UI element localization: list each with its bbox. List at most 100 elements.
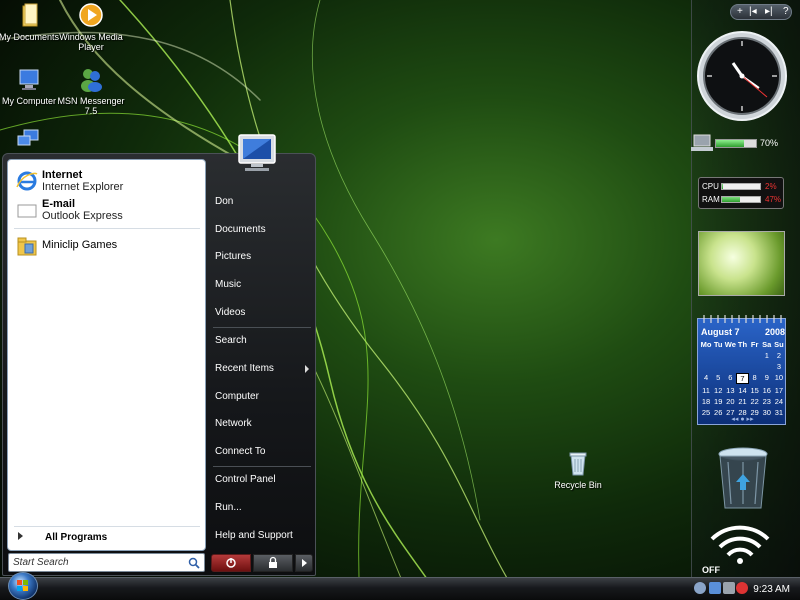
- messenger-icon: [81, 69, 102, 92]
- taskbar-clock[interactable]: 9:23 AM: [753, 584, 790, 595]
- calendar-month: August 7: [701, 327, 740, 337]
- menu-item-computer[interactable]: Computer: [215, 386, 311, 408]
- calendar-day[interactable]: 24: [773, 397, 785, 406]
- calendar-day[interactable]: 10: [773, 373, 785, 384]
- calendar-day[interactable]: 6: [724, 373, 736, 384]
- laptop-icon: [691, 134, 713, 151]
- calendar-weekday: Mo: [700, 340, 712, 349]
- calendar-day[interactable]: 20: [724, 397, 736, 406]
- volume-tray-icon[interactable]: [723, 582, 735, 594]
- battery-percent: 70%: [760, 138, 779, 148]
- calendar-grid: Mo Tu We Th Fr Sa Su 1 2 3 4 5 6 7 8 9 10 11 12 13 14 15 16 17 1…: [700, 340, 785, 417]
- miniclip-icon: [17, 237, 37, 256]
- battery-gadget[interactable]: 70%: [690, 133, 786, 153]
- cpu-meter-gadget[interactable]: CPU 2% RAM 47%: [698, 177, 784, 209]
- menu-item-control-panel[interactable]: Control Panel: [215, 469, 311, 491]
- lock-icon: [269, 556, 277, 568]
- close-tray-icon[interactable]: [736, 582, 748, 594]
- calendar-today[interactable]: 7: [736, 373, 749, 384]
- start-menu-programs-pane: Internet Internet Explorer E-mail Outloo…: [7, 159, 206, 551]
- desktop-icon-recycle-bin[interactable]: Recycle Bin: [542, 450, 614, 490]
- pinned-email[interactable]: E-mail Outlook Express: [14, 196, 204, 224]
- network-tray-icon[interactable]: [709, 582, 721, 594]
- ram-label: RAM: [702, 195, 720, 204]
- right-separator: [213, 327, 311, 328]
- calendar-day[interactable]: 11: [700, 386, 712, 395]
- all-programs-separator: [14, 526, 200, 527]
- ram-fill: [722, 197, 740, 202]
- calendar-day: [700, 351, 712, 360]
- clock-gadget[interactable]: [696, 30, 788, 122]
- cpu-label: CPU: [702, 182, 719, 191]
- menu-item-run[interactable]: Run...: [215, 497, 311, 519]
- calendar-day[interactable]: 16: [761, 386, 773, 395]
- pinned-internet[interactable]: Internet Internet Explorer: [14, 167, 204, 195]
- taskbar: [0, 577, 800, 600]
- menu-item-search[interactable]: Search: [215, 330, 311, 352]
- calendar-weekday: Su: [774, 340, 784, 349]
- help-button[interactable]: ?: [783, 6, 789, 17]
- menu-item-recent-items[interactable]: Recent Items: [215, 358, 311, 380]
- calendar-gadget[interactable]: August 7 2008 Mo Tu We Th Fr Sa Su 1 2 3 4 5 6 7 8 9 10 1…: [697, 315, 787, 425]
- menu-item-network[interactable]: Network: [215, 413, 311, 435]
- add-gadget-button[interactable]: +: [737, 6, 743, 17]
- calendar-day[interactable]: 5: [712, 373, 724, 384]
- next-page-button[interactable]: ▸|: [765, 6, 773, 17]
- cpu-meter: [721, 183, 761, 190]
- all-programs-button[interactable]: All Programs: [14, 529, 204, 547]
- calendar-day[interactable]: 19: [712, 397, 724, 406]
- menu-item-help-and-support[interactable]: Help and Support: [215, 525, 311, 547]
- calendar-day[interactable]: 14: [736, 386, 748, 395]
- start-search-input[interactable]: Start Search: [8, 553, 205, 572]
- network-icon: [17, 129, 39, 146]
- calendar-day[interactable]: 18: [700, 397, 712, 406]
- menu-item-pictures[interactable]: Pictures: [215, 246, 311, 268]
- desktop-icon-windows-media-player[interactable]: Windows Media Player: [55, 2, 127, 52]
- calendar-day: [700, 362, 712, 371]
- calendar-day[interactable]: 9: [761, 373, 773, 384]
- calendar-rings: [703, 315, 782, 323]
- power-controls: [211, 554, 313, 572]
- search-icon[interactable]: [188, 557, 200, 569]
- calendar-day[interactable]: 23: [761, 397, 773, 406]
- calendar-day[interactable]: 21: [736, 397, 748, 406]
- menu-item-documents[interactable]: Documents: [215, 219, 311, 241]
- calendar-day[interactable]: 2: [773, 351, 785, 360]
- calendar-day[interactable]: 4: [700, 373, 712, 384]
- media-player-icon: [79, 3, 103, 27]
- previous-page-button[interactable]: |◂: [749, 6, 757, 17]
- system-tray: 9:23 AM: [688, 578, 800, 600]
- calendar-day: [749, 362, 761, 371]
- slideshow-gadget[interactable]: [698, 231, 785, 296]
- calendar-day[interactable]: 15: [749, 386, 761, 395]
- desktop-icon-msn-messenger[interactable]: MSN Messenger 7.5: [55, 66, 127, 116]
- menu-item-user-folder[interactable]: Don: [215, 191, 311, 213]
- calendar-day[interactable]: 8: [749, 373, 761, 384]
- calendar-day[interactable]: 22: [749, 397, 761, 406]
- calendar-day[interactable]: 13: [724, 386, 736, 395]
- calendar-day[interactable]: 17: [773, 386, 785, 395]
- user-picture[interactable]: [233, 131, 281, 177]
- menu-item-music[interactable]: Music: [215, 274, 311, 296]
- calendar-day[interactable]: 12: [712, 386, 724, 395]
- recent-miniclip-games[interactable]: Miniclip Games: [14, 232, 204, 260]
- menu-item-connect-to[interactable]: Connect To: [215, 441, 311, 463]
- calendar-day: [724, 351, 736, 360]
- calendar-day: [736, 362, 748, 371]
- calendar-weekday: Fr: [750, 340, 759, 349]
- cpu-fill: [722, 184, 723, 189]
- sidebar-controls[interactable]: + |◂ ▸| ?: [730, 4, 792, 20]
- calendar-day: [712, 362, 724, 371]
- start-button[interactable]: [8, 572, 38, 600]
- menu-item-videos[interactable]: Videos: [215, 302, 311, 324]
- calendar-day[interactable]: 1: [761, 351, 773, 360]
- calendar-day[interactable]: 3: [773, 362, 785, 371]
- lock-button[interactable]: [253, 554, 293, 572]
- settings-tray-icon[interactable]: [694, 582, 706, 594]
- power-button[interactable]: [211, 554, 251, 572]
- recycle-bin-gadget[interactable]: [716, 446, 770, 512]
- chevron-right-icon: [18, 532, 23, 540]
- wifi-gadget[interactable]: OFF: [702, 519, 778, 577]
- calendar-nav[interactable]: ◂◂ ● ▸▸: [698, 415, 787, 423]
- shutdown-options-button[interactable]: [295, 554, 313, 572]
